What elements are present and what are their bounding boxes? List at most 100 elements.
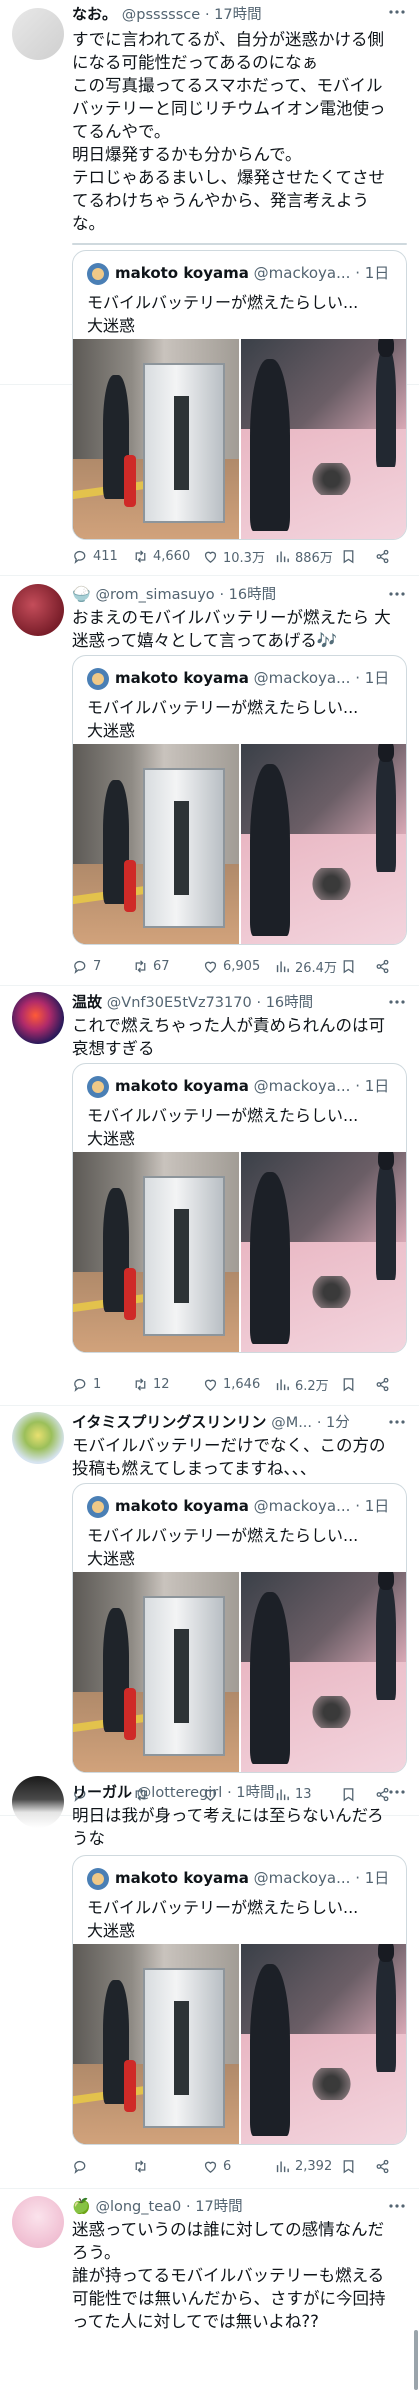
action-bar: 411 4,660 10.3万 886万 [72, 545, 407, 567]
divider [0, 1405, 419, 1406]
repost-count: 12 [153, 1376, 170, 1392]
repost-button[interactable]: 12 [132, 1373, 202, 1395]
author-name[interactable]: 温故 [72, 993, 102, 1011]
author-name[interactable]: リーガル [72, 1783, 132, 1801]
quoted-tweet[interactable]: makoto koyama @mackoya... · 1日 モバイルバッテリー… [72, 1063, 407, 1353]
quoted-avatar [87, 1075, 109, 1098]
bookmark-button[interactable] [340, 955, 374, 977]
more-icon[interactable] [387, 1414, 407, 1430]
view-count: 6.2万 [295, 1378, 329, 1394]
post-time[interactable]: · 17時間 [186, 2199, 243, 2215]
reply-text: 明日は我が身って考えには至らないんだろ うな [72, 1806, 384, 1848]
like-button[interactable]: 10.3万 [202, 545, 274, 567]
photo-burnt-floor[interactable] [240, 1152, 406, 1352]
photo-ticket-gate[interactable] [73, 1152, 239, 1352]
more-icon[interactable] [387, 1784, 407, 1800]
more-icon[interactable] [387, 2198, 407, 2214]
author-handle[interactable]: @M... [271, 1415, 312, 1431]
avatar[interactable] [12, 1776, 64, 1828]
quoted-avatar [87, 262, 109, 285]
photo-ticket-gate[interactable] [73, 1944, 239, 2144]
share-button[interactable] [374, 2155, 394, 2177]
photo-burnt-floor[interactable] [240, 1572, 406, 1772]
avatar[interactable] [12, 8, 64, 60]
reply-button[interactable]: 7 [72, 955, 132, 977]
more-icon[interactable] [387, 994, 407, 1010]
reply-icon [74, 550, 86, 564]
quoted-author-name: makoto koyama [115, 669, 249, 687]
repost-button[interactable] [132, 2155, 202, 2177]
reply-count: 411 [93, 548, 118, 564]
quoted-media[interactable] [73, 1152, 406, 1352]
share-button[interactable] [374, 545, 394, 567]
post-time[interactable]: · 1時間 [227, 1785, 274, 1801]
author-handle[interactable]: @lotteregirl [137, 1785, 222, 1801]
repost-button[interactable]: 4,660 [132, 545, 202, 567]
author-name[interactable]: イタミスプリングスリンリン [72, 1413, 266, 1431]
author-handle[interactable]: @psssssce [122, 7, 200, 23]
photo-burnt-floor[interactable] [240, 744, 406, 944]
like-button[interactable]: 6,905 [202, 955, 274, 977]
reply-button[interactable]: 411 [72, 545, 132, 567]
avatar[interactable] [12, 1412, 64, 1464]
bookmark-icon [343, 959, 354, 973]
bookmark-icon [343, 1377, 354, 1391]
quoted-media[interactable] [73, 339, 406, 539]
like-button[interactable]: 6 [202, 2155, 274, 2177]
quoted-media[interactable] [73, 744, 406, 944]
author-emoji: 🍚 [72, 585, 91, 603]
avatar[interactable] [12, 2196, 64, 2248]
more-icon[interactable] [387, 586, 407, 602]
avatar[interactable] [12, 992, 64, 1044]
quoted-tweet[interactable]: makoto koyama @mackoya... · 1日 モバイルバッテリー… [72, 1483, 407, 1773]
author-handle[interactable]: @long_tea0 [95, 2199, 181, 2215]
views-button[interactable]: 6.2万 [274, 1373, 340, 1395]
photo-ticket-gate[interactable] [73, 1572, 239, 1772]
like-count: 10.3万 [223, 550, 265, 566]
quoted-tweet[interactable]: makoto koyama @mackoya... · 1日 モバイルバッテリー… [72, 1855, 407, 2145]
divider [0, 985, 419, 986]
photo-ticket-gate[interactable] [73, 744, 239, 944]
photo-burnt-floor[interactable] [240, 339, 406, 539]
share-icon [376, 1377, 389, 1391]
reply-button[interactable]: 1 [72, 1373, 132, 1395]
author-handle[interactable]: @Vnf30E5tVz73170 [107, 995, 252, 1011]
quoted-media[interactable] [73, 1572, 406, 1772]
post-time[interactable]: · 16時間 [256, 995, 313, 1011]
share-button[interactable] [374, 955, 394, 977]
post-time[interactable]: · 17時間 [205, 7, 262, 23]
repost-button[interactable]: 67 [132, 955, 202, 977]
quoted-time: · 1日 [355, 264, 390, 282]
avatar[interactable] [12, 584, 64, 636]
like-count: 6 [223, 2158, 232, 2174]
bookmark-button[interactable] [340, 1373, 374, 1395]
bookmark-button[interactable] [340, 545, 374, 567]
views-button[interactable]: 886万 [274, 545, 340, 567]
share-button[interactable] [374, 1373, 394, 1395]
post-time[interactable]: · 16時間 [219, 587, 276, 603]
quoted-text: モバイルバッテリーが燃えたらしい... 大迷惑 [87, 1106, 359, 1148]
quoted-author-handle: @mackoya... [253, 264, 351, 282]
reply-text: モバイルバッテリーだけでなく、この方の 投稿も燃えてしまってますね、、、 [72, 1436, 386, 1478]
like-button[interactable]: 1,646 [202, 1373, 274, 1395]
quoted-tweet[interactable]: makoto koyama @mackoya... · 1日 モバイルバッテリー… [72, 655, 407, 945]
quoted-tweet[interactable]: makoto koyama @mackoya... · 1日 モバイルバッテリー… [72, 250, 407, 540]
photo-burnt-floor[interactable] [240, 1944, 406, 2144]
like-icon [204, 961, 217, 973]
quoted-author-handle: @mackoya... [253, 1077, 351, 1095]
author-handle[interactable]: @rom_simasuyo [95, 587, 214, 603]
quoted-tweet[interactable] [72, 243, 407, 245]
scrollbar-thumb[interactable] [414, 2330, 418, 2390]
photo-ticket-gate[interactable] [73, 339, 239, 539]
author-name[interactable]: なお。 [72, 5, 117, 23]
bookmark-icon [343, 549, 354, 563]
quoted-media[interactable] [73, 1944, 406, 2144]
views-button[interactable]: 2,392 [274, 2155, 340, 2177]
more-icon[interactable] [387, 4, 407, 20]
views-button[interactable]: 26.4万 [274, 955, 340, 977]
reply-button[interactable] [72, 2155, 132, 2177]
quoted-text: モバイルバッテリーが燃えたらしい... 大迷惑 [87, 1526, 359, 1568]
share-icon [376, 2159, 389, 2173]
bookmark-button[interactable] [340, 2155, 374, 2177]
post-time[interactable]: · 1分 [317, 1415, 350, 1431]
